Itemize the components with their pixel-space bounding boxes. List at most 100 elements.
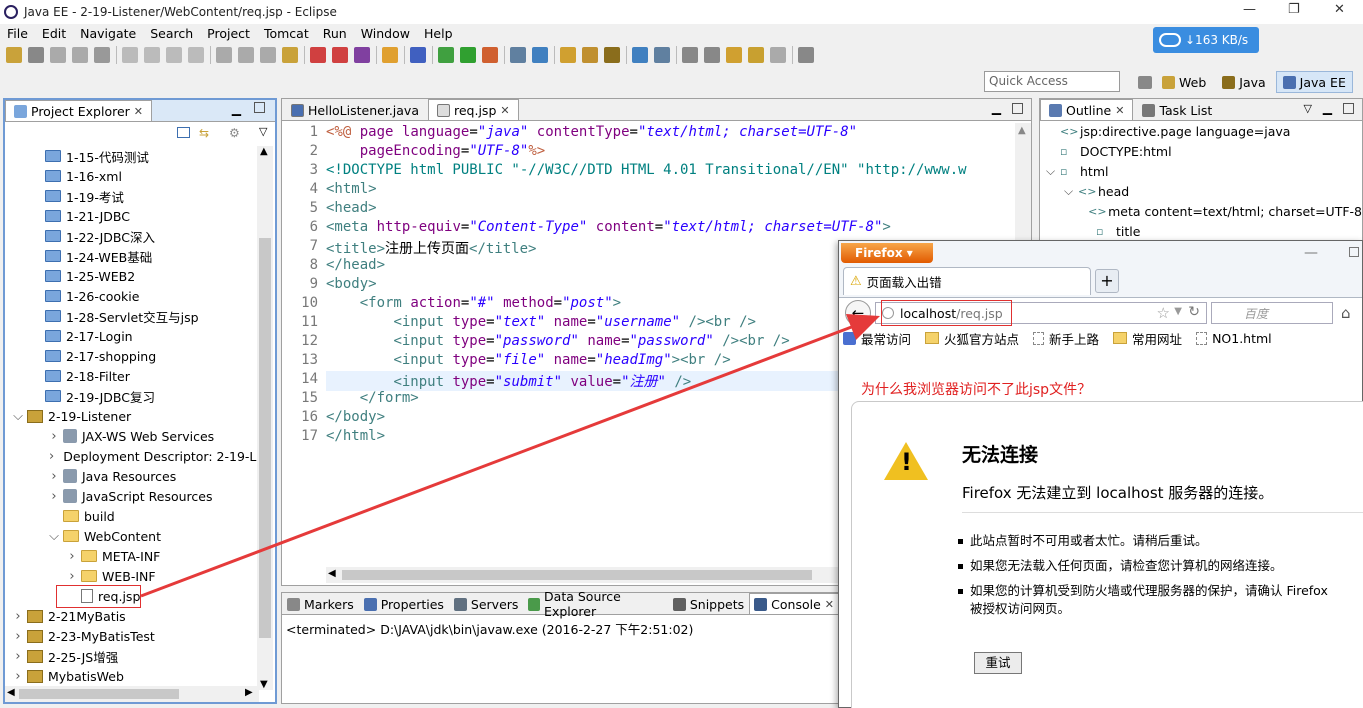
menu-item-help[interactable]: Help bbox=[417, 26, 460, 41]
scroll-down-icon[interactable]: ▼ bbox=[260, 679, 268, 690]
close-button[interactable]: ✕ bbox=[1334, 2, 1345, 17]
toolbar-button-icon[interactable] bbox=[770, 47, 786, 63]
toolbar-button-icon[interactable] bbox=[560, 47, 576, 63]
tree-item[interactable]: › Deployment Descriptor: 2-19-List bbox=[5, 446, 259, 466]
close-icon[interactable]: ✕ bbox=[500, 104, 509, 117]
menu-item-tomcat[interactable]: Tomcat bbox=[257, 26, 316, 41]
tab-properties[interactable]: Properties bbox=[359, 593, 449, 614]
bookmark-item[interactable]: 常用网址 bbox=[1113, 329, 1182, 348]
scroll-thumb[interactable] bbox=[259, 238, 271, 638]
toolbar-button-icon[interactable] bbox=[310, 47, 326, 63]
tree-item[interactable]: › MybatisWeb bbox=[5, 666, 259, 686]
maximize-view-icon[interactable] bbox=[254, 102, 265, 113]
close-icon[interactable]: ✕ bbox=[1115, 104, 1124, 117]
collapse-chevron-icon[interactable]: › bbox=[13, 649, 23, 664]
bookmark-item[interactable]: 最常访问 bbox=[843, 329, 911, 348]
outline-item[interactable]: ▫ DOCTYPE:html bbox=[1040, 141, 1362, 161]
view-menu-chevron-icon[interactable]: ▽ bbox=[1304, 102, 1312, 115]
tab-servers[interactable]: Servers bbox=[449, 593, 524, 614]
tree-item[interactable]: 2-18-Filter bbox=[5, 366, 259, 386]
code-line[interactable]: <!DOCTYPE html PUBLIC "-//W3C//DTD HTML … bbox=[326, 162, 967, 178]
tab-console[interactable]: Console ✕ bbox=[749, 593, 839, 614]
toolbar-button-icon[interactable] bbox=[532, 47, 548, 63]
outline-item[interactable]: <> jsp:directive.page language=java bbox=[1040, 121, 1362, 141]
outline-item[interactable]: <> meta content=text/html; charset=UTF-8 bbox=[1040, 201, 1362, 221]
tab-outline[interactable]: Outline ✕ bbox=[1040, 99, 1134, 120]
collapse-chevron-icon[interactable]: › bbox=[49, 489, 59, 504]
tab-snippets[interactable]: Snippets bbox=[668, 593, 749, 614]
toolbar-button-icon[interactable] bbox=[632, 47, 648, 63]
code-line[interactable]: <form action="#" method="post"> bbox=[326, 295, 621, 311]
toolbar-button-icon[interactable] bbox=[582, 47, 598, 63]
firefox-menu-button[interactable]: Firefox ▾ bbox=[841, 243, 933, 263]
tree-item[interactable]: › META-INF bbox=[5, 546, 259, 566]
menu-item-window[interactable]: Window bbox=[354, 26, 417, 41]
collapse-chevron-icon[interactable]: › bbox=[13, 669, 23, 684]
collapse-chevron-icon[interactable]: › bbox=[13, 609, 23, 624]
toolbar-button-icon[interactable] bbox=[6, 47, 22, 63]
bookmark-item[interactable]: NO1.html bbox=[1196, 331, 1272, 346]
tree-item[interactable]: 1-28-Servlet交互与jsp bbox=[5, 306, 259, 326]
project-explorer-hscrollbar[interactable]: ◀ ▶ bbox=[5, 686, 259, 702]
search-input[interactable]: 百度 bbox=[1211, 302, 1333, 324]
expand-chevron-icon[interactable]: ⌵ bbox=[49, 529, 59, 544]
perspective-web[interactable]: Web bbox=[1156, 71, 1212, 93]
maximize-button[interactable]: ❐ bbox=[1288, 2, 1300, 17]
chevron-down-icon[interactable]: ▼ bbox=[1174, 306, 1182, 317]
menu-item-file[interactable]: File bbox=[0, 26, 35, 41]
view-menu-chevron-icon[interactable]: ▽ bbox=[259, 125, 267, 138]
scroll-left-icon[interactable]: ◀ bbox=[7, 687, 15, 698]
code-line[interactable]: </html> bbox=[326, 428, 385, 444]
code-line[interactable]: <title>注册上传页面</title> bbox=[326, 238, 536, 258]
outline-item[interactable]: ⌵ ▫ html bbox=[1040, 161, 1362, 181]
toolbar-button-icon[interactable] bbox=[748, 47, 764, 63]
minimize-view-icon[interactable]: ▁ bbox=[992, 101, 1001, 115]
open-perspective-icon[interactable] bbox=[1138, 75, 1152, 89]
expand-chevron-icon[interactable]: ⌵ bbox=[1046, 164, 1060, 179]
scroll-right-icon[interactable]: ▶ bbox=[245, 687, 253, 698]
tree-item[interactable]: › JAX-WS Web Services bbox=[5, 426, 259, 446]
tree-item[interactable]: 2-19-JDBC复习 bbox=[5, 386, 259, 406]
tab-task-list[interactable]: Task List bbox=[1133, 99, 1221, 120]
bookmark-item[interactable]: 火狐官方站点 bbox=[925, 329, 1019, 348]
maximize-view-icon[interactable] bbox=[1012, 103, 1023, 114]
collapse-chevron-icon[interactable]: › bbox=[49, 429, 59, 444]
tree-item[interactable]: build bbox=[5, 506, 259, 526]
collapse-chevron-icon[interactable]: › bbox=[67, 549, 77, 564]
link-editor-icon[interactable]: ⇆ bbox=[199, 126, 209, 140]
toolbar-button-icon[interactable] bbox=[238, 47, 254, 63]
minimize-view-icon[interactable]: ▁ bbox=[1323, 101, 1332, 115]
network-speed-badge[interactable]: ↓163 KB/s bbox=[1153, 27, 1259, 53]
tree-item[interactable]: › 2-23-MyBatisTest bbox=[5, 626, 259, 646]
menu-item-run[interactable]: Run bbox=[316, 26, 354, 41]
tree-item[interactable]: 2-17-shopping bbox=[5, 346, 259, 366]
code-line[interactable]: </head> bbox=[326, 257, 385, 273]
perspective-java[interactable]: Java bbox=[1216, 71, 1271, 93]
home-icon[interactable]: ⌂ bbox=[1341, 304, 1351, 322]
tree-item[interactable]: ⌵ 2-19-Listener bbox=[5, 406, 259, 426]
expand-chevron-icon[interactable]: ⌵ bbox=[13, 409, 23, 424]
toolbar-button-icon[interactable] bbox=[144, 47, 160, 63]
firefox-maximize-button[interactable] bbox=[1349, 247, 1359, 257]
minimize-view-icon[interactable]: ▁ bbox=[232, 102, 241, 116]
code-line[interactable]: </body> bbox=[326, 409, 385, 425]
expand-chevron-icon[interactable]: ⌵ bbox=[1064, 184, 1078, 199]
retry-button[interactable]: 重试 bbox=[974, 652, 1022, 674]
code-line[interactable]: <html> bbox=[326, 181, 377, 197]
toolbar-button-icon[interactable] bbox=[72, 47, 88, 63]
maximize-view-icon[interactable] bbox=[1343, 103, 1354, 114]
tree-item[interactable]: 2-17-Login bbox=[5, 326, 259, 346]
code-line[interactable]: <input type="password" name="password" /… bbox=[326, 333, 789, 349]
tree-item[interactable]: ⌵ WebContent bbox=[5, 526, 259, 546]
toolbar-button-icon[interactable] bbox=[438, 47, 454, 63]
firefox-tab[interactable]: ⚠ 页面载入出错 bbox=[843, 267, 1091, 295]
code-line[interactable]: <%@ page language="java" contentType="te… bbox=[326, 124, 857, 140]
toolbar-button-icon[interactable] bbox=[122, 47, 138, 63]
collapse-chevron-icon[interactable]: › bbox=[67, 569, 77, 584]
editor-tab[interactable]: HelloListener.java bbox=[282, 99, 428, 120]
tree-item[interactable]: › 2-21MyBatis bbox=[5, 606, 259, 626]
scroll-left-icon[interactable]: ◀ bbox=[328, 568, 336, 579]
code-line[interactable]: </form> bbox=[326, 390, 419, 406]
code-line[interactable]: <input type="file" name="headImg"><br /> bbox=[326, 352, 730, 368]
menu-item-edit[interactable]: Edit bbox=[35, 26, 73, 41]
